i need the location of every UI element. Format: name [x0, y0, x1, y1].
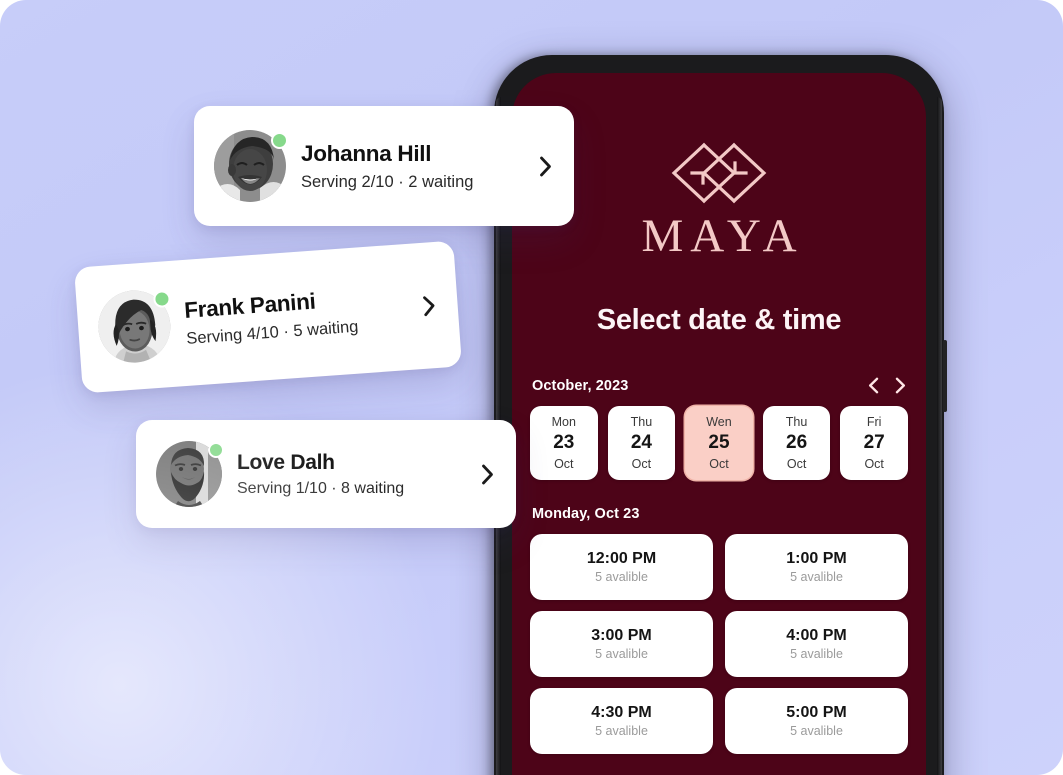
brand-name: MAYA — [641, 210, 804, 262]
slots-date-label: Monday, Oct 23 — [532, 506, 640, 522]
time-slot-time: 4:30 PM — [591, 704, 652, 721]
time-slot-availability: 5 avalible — [595, 647, 648, 661]
calendar-month-label: October, 2023 — [532, 377, 629, 394]
date-chip-month: Oct — [864, 456, 884, 471]
date-chip-month: Oct — [554, 456, 574, 471]
time-slot-time: 12:00 PM — [586, 550, 657, 567]
date-chip-3[interactable]: Thu 26 Oct — [762, 406, 831, 480]
brand-header: MAYA — [512, 135, 926, 260]
time-slot-4[interactable]: 4:30 PM 5 avalible — [530, 688, 713, 754]
status-online-dot — [208, 442, 224, 458]
time-slot-3[interactable]: 4:00 PM 5 avalible — [725, 611, 908, 677]
chevron-right-icon[interactable] — [481, 464, 494, 485]
time-slot-time: 3:00 PM — [591, 627, 652, 644]
time-slot-time: 4:00 PM — [786, 627, 847, 644]
date-chip-dow: Mon — [551, 414, 576, 429]
time-slot-time: 5:00 PM — [786, 704, 847, 721]
avatar-wrapper — [95, 288, 173, 366]
date-chip-dow: Thu — [785, 414, 808, 429]
calendar-nav-group — [868, 377, 906, 394]
date-chip-day: 23 — [553, 432, 575, 454]
queue-card-info: Frank Panini Serving 4/10 · 5 waiting — [183, 282, 409, 349]
date-chip-day: 27 — [863, 432, 885, 454]
time-slot-0[interactable]: 12:00 PM 5 avalible — [530, 534, 713, 600]
date-chip-dow: Fri — [866, 414, 882, 429]
phone-screen: MAYA Select date & time October, 2023 Mo… — [512, 73, 926, 775]
queue-card-info: Johanna Hill Serving 2/10 · 2 waiting — [301, 141, 524, 192]
time-slot-availability: 5 avalible — [790, 647, 843, 661]
phone-power-button[interactable] — [943, 340, 947, 412]
time-slot-grid: 12:00 PM 5 avalible 1:00 PM 5 avalible 3… — [530, 534, 908, 754]
time-slot-5[interactable]: 5:00 PM 5 avalible — [725, 688, 908, 754]
avatar-wrapper — [156, 441, 224, 507]
queue-card-subtitle: Serving 1/10 · 8 waiting — [237, 479, 405, 497]
time-slots-section: Monday, Oct 23 12:00 PM 5 avalible 1:00 … — [512, 506, 926, 754]
time-slot-availability: 5 avalible — [790, 570, 843, 584]
queue-card-info: Love Dalh Serving 1/10 · 8 waiting — [237, 451, 466, 498]
date-chip-row: Mon 23 Oct Thu 24 Oct Wen 25 Oct Thu 26 … — [530, 406, 908, 480]
queue-card-frank-panini[interactable]: Frank Panini Serving 4/10 · 5 waiting — [73, 240, 463, 394]
time-slot-time: 1:00 PM — [786, 550, 847, 567]
date-chip-month: Oct — [786, 456, 807, 471]
date-chip-1[interactable]: Thu 24 Oct — [607, 406, 676, 480]
date-chip-0[interactable]: Mon 23 Oct — [530, 406, 598, 480]
queue-card-subtitle: Serving 2/10 · 2 waiting — [301, 172, 474, 191]
chevron-right-icon[interactable] — [539, 156, 552, 177]
status-online-dot — [271, 132, 288, 149]
date-chip-day: 25 — [708, 432, 730, 454]
app-mockup-stage: MAYA Select date & time October, 2023 Mo… — [0, 0, 1063, 775]
date-chip-2-selected[interactable]: Wen 25 Oct — [685, 406, 753, 480]
date-chip-dow: Wen — [706, 414, 732, 429]
calendar-section: October, 2023 Mon 23 Oct Thu 24 Oct Wen … — [512, 377, 926, 480]
time-slot-1[interactable]: 1:00 PM 5 avalible — [725, 534, 908, 600]
time-slot-availability: 5 avalible — [790, 724, 843, 738]
chevron-right-icon[interactable] — [422, 295, 436, 317]
queue-card-love-dalh[interactable]: Love Dalh Serving 1/10 · 8 waiting — [136, 420, 516, 528]
queue-card-name: Johanna Hill — [301, 140, 432, 166]
status-online-dot — [152, 289, 172, 309]
time-slot-availability: 5 avalible — [595, 724, 648, 738]
time-slot-2[interactable]: 3:00 PM 5 avalible — [530, 611, 713, 677]
calendar-header: October, 2023 — [530, 377, 908, 394]
avatar-wrapper — [214, 130, 288, 202]
queue-card-name: Love Dalh — [237, 450, 335, 474]
chevron-left-icon[interactable] — [868, 377, 879, 394]
date-chip-month: Oct — [631, 456, 652, 471]
date-chip-day: 24 — [630, 432, 652, 454]
page-title: Select date & time — [596, 304, 842, 336]
date-chip-month: Oct — [709, 456, 729, 471]
time-slot-availability: 5 avalible — [595, 570, 648, 584]
date-chip-dow: Thu — [630, 414, 653, 429]
date-chip-4[interactable]: Fri 27 Oct — [840, 406, 908, 480]
chevron-right-icon[interactable] — [895, 377, 906, 394]
phone-right-rail — [937, 97, 942, 775]
queue-card-johanna-hill[interactable]: Johanna Hill Serving 2/10 · 2 waiting — [194, 106, 574, 226]
date-chip-day: 26 — [786, 432, 808, 454]
maya-diamond-logo-icon — [671, 142, 767, 204]
